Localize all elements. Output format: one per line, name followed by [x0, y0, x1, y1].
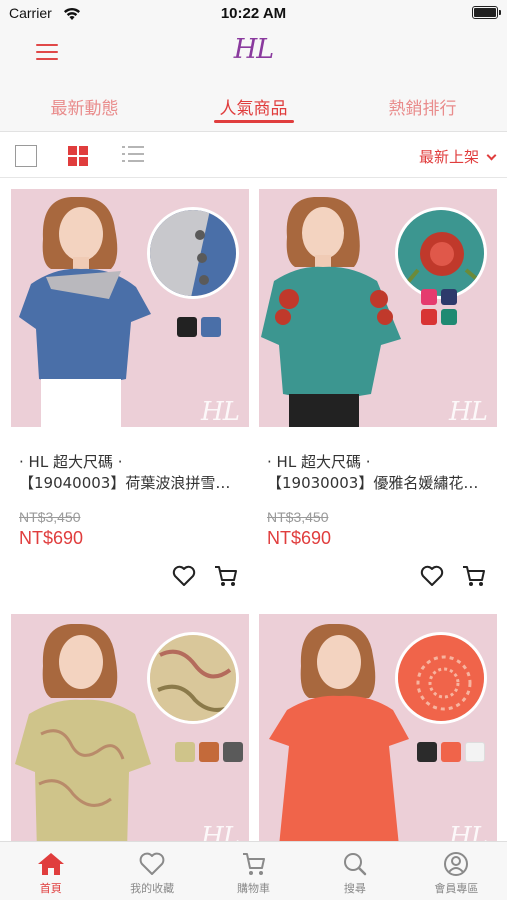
- battery-icon: [472, 6, 501, 19]
- tab-latest-news[interactable]: 最新動態: [0, 80, 169, 131]
- watermark: HL: [201, 822, 240, 841]
- product-card[interactable]: HL: [11, 614, 249, 841]
- app-header: HL: [0, 28, 507, 80]
- brand-logo: HL: [233, 34, 274, 65]
- product-grid: HL · HL 超大尺碼 · 【19040003】荷葉波浪拼雪… NT$3,45…: [0, 178, 507, 841]
- product-name-line1: · HL 超大尺碼 ·: [19, 453, 123, 471]
- nav-home[interactable]: 首頁: [0, 842, 101, 900]
- cart-icon[interactable]: [461, 563, 487, 589]
- nav-home-label: 首頁: [39, 882, 62, 895]
- watermark: HL: [449, 397, 488, 427]
- detail-zoom-image: [147, 632, 239, 724]
- watermark: HL: [449, 822, 488, 841]
- product-card[interactable]: HL · HL 超大尺碼 · 【19030003】優雅名媛繡花… NT$3,45…: [259, 189, 497, 586]
- view-toolbar: 最新上架: [0, 133, 507, 178]
- product-card[interactable]: HL · HL 超大尺碼 · 【19040003】荷葉波浪拼雪… NT$3,45…: [11, 189, 249, 586]
- product-image[interactable]: HL: [11, 189, 249, 427]
- product-name-line1: · HL 超大尺碼 ·: [267, 453, 371, 471]
- nav-favorites-label: 我的收藏: [130, 882, 175, 895]
- tab-best-sellers[interactable]: 熱銷排行: [338, 80, 507, 131]
- list-view-icon[interactable]: [122, 146, 144, 164]
- user-icon: [441, 850, 471, 878]
- detail-zoom-image: [395, 632, 487, 724]
- heart-icon[interactable]: [171, 563, 197, 589]
- original-price: NT$3,450: [267, 509, 329, 525]
- nav-search[interactable]: 搜尋: [304, 842, 405, 900]
- sort-label: 最新上架: [418, 148, 479, 166]
- color-swatches: [417, 742, 485, 762]
- clock: 10:22 AM: [220, 5, 287, 22]
- bottom-navigation: 首頁 我的收藏 購物車 搜尋 會員專區: [0, 841, 507, 900]
- product-image[interactable]: HL: [11, 614, 249, 841]
- original-price: NT$3,450: [19, 509, 81, 525]
- cart-icon: [239, 850, 269, 878]
- watermark: HL: [201, 397, 240, 427]
- detail-zoom-image: [147, 207, 239, 299]
- nav-cart-label: 購物車: [237, 882, 271, 895]
- nav-member-label: 會員專區: [434, 882, 479, 895]
- sale-price: NT$690: [267, 528, 332, 548]
- color-swatches: [421, 289, 461, 325]
- chevron-down-icon: [486, 150, 497, 161]
- product-image[interactable]: HL: [259, 614, 497, 841]
- product-card[interactable]: HL: [259, 614, 497, 841]
- product-name-line2: 【19040003】荷葉波浪拼雪…: [19, 474, 231, 492]
- heart-icon[interactable]: [419, 563, 445, 589]
- detail-zoom-image: [395, 207, 487, 299]
- product-name-line2: 【19030003】優雅名媛繡花…: [267, 474, 479, 492]
- sale-price: NT$690: [19, 528, 84, 548]
- category-tabs: 最新動態 人氣商品 熱銷排行: [0, 80, 507, 132]
- status-bar: Carrier 10:22 AM: [0, 0, 507, 28]
- single-view-icon[interactable]: [15, 145, 37, 167]
- tab-popular-products[interactable]: 人氣商品: [169, 80, 338, 131]
- nav-member[interactable]: 會員專區: [406, 842, 507, 900]
- product-actions: [171, 563, 239, 589]
- product-image[interactable]: HL: [259, 189, 497, 427]
- search-icon: [340, 850, 370, 878]
- sort-dropdown[interactable]: 最新上架: [418, 146, 497, 167]
- grid-view-icon[interactable]: [68, 146, 88, 166]
- cart-icon[interactable]: [213, 563, 239, 589]
- nav-cart[interactable]: 購物車: [203, 842, 304, 900]
- nav-favorites[interactable]: 我的收藏: [101, 842, 202, 900]
- nav-search-label: 搜尋: [343, 882, 366, 895]
- heart-icon: [137, 850, 167, 878]
- color-swatches: [177, 317, 221, 337]
- color-swatches: [175, 742, 243, 762]
- home-icon: [36, 850, 66, 878]
- product-actions: [419, 563, 487, 589]
